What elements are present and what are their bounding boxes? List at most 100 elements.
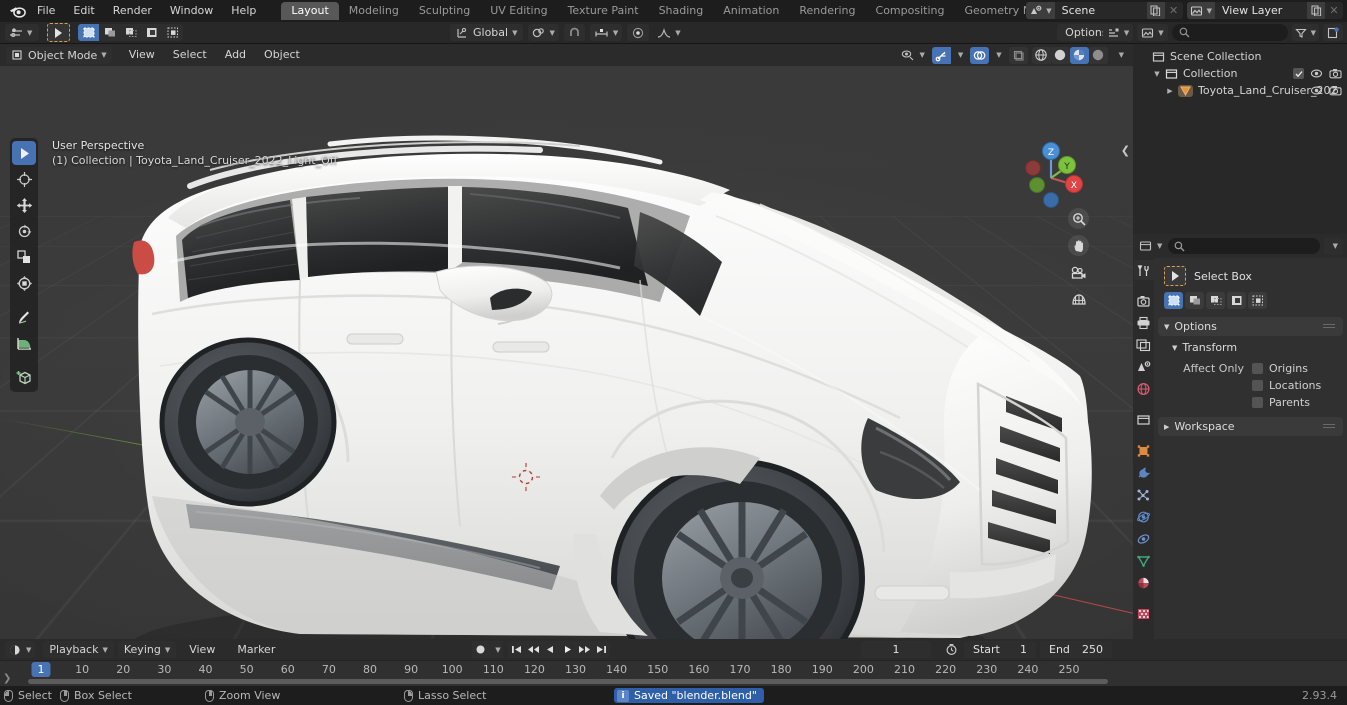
play-icon[interactable] xyxy=(559,641,576,658)
jump-to-end-icon[interactable] xyxy=(593,641,610,658)
workspace-panel-header[interactable]: ▶ Workspace xyxy=(1158,417,1343,436)
properties-search-input[interactable] xyxy=(1168,238,1320,254)
timeline-expand-icon[interactable]: ❯ xyxy=(3,673,11,684)
select-box-icon[interactable] xyxy=(1164,266,1186,286)
jump-to-next-keyframe-icon[interactable] xyxy=(576,641,593,658)
shading-dropdown[interactable]: ▼ xyxy=(1112,47,1127,64)
filter-icon[interactable]: ▼ xyxy=(1291,24,1319,41)
scene-selector[interactable]: ▼ Scene ✕ xyxy=(1026,2,1183,19)
material-tab[interactable] xyxy=(1134,573,1154,593)
locations-checkbox[interactable] xyxy=(1252,380,1263,391)
blender-logo-icon[interactable] xyxy=(6,2,28,20)
data-tab[interactable] xyxy=(1134,551,1154,571)
timeline-menu-view[interactable]: View xyxy=(180,641,224,659)
disclosure-triangle[interactable]: ▼ xyxy=(1152,70,1162,78)
properties-editor-type[interactable]: ▼ xyxy=(1137,238,1164,255)
texture-tab[interactable] xyxy=(1134,604,1154,624)
new-scene-button[interactable] xyxy=(1146,2,1165,19)
outliner-search-input[interactable] xyxy=(1171,24,1288,41)
disclosure-triangle[interactable]: ▶ xyxy=(1165,87,1175,95)
solid-shading-icon[interactable] xyxy=(1050,46,1070,64)
move-tool[interactable] xyxy=(12,193,36,217)
world-tab[interactable] xyxy=(1134,379,1154,399)
play-reverse-icon[interactable] xyxy=(542,641,559,658)
snap-to-selector[interactable]: ▼ xyxy=(589,24,623,41)
outliner-row-toyota-land-cruiser-202[interactable]: ▶ Toyota_Land_Cruiser_202 xyxy=(1133,82,1347,99)
timeline-scrollbar[interactable] xyxy=(28,679,1108,684)
outliner-filter-mode-icon[interactable]: ▼ xyxy=(1137,24,1168,41)
annotate-tool[interactable] xyxy=(12,305,36,329)
magnet-icon[interactable] xyxy=(563,24,585,41)
timeline-menu-marker[interactable]: Marker xyxy=(228,641,284,659)
extend-select-icon[interactable] xyxy=(99,24,120,41)
extend-select-icon[interactable] xyxy=(1185,292,1204,309)
particles-tab[interactable] xyxy=(1134,485,1154,505)
navigation-gizmo[interactable]: Z Y X xyxy=(1013,138,1085,210)
tool-tab[interactable] xyxy=(1133,260,1154,280)
modifiers-tab[interactable] xyxy=(1134,463,1154,483)
auto-keying-icon[interactable] xyxy=(943,641,960,658)
transform-tool[interactable] xyxy=(12,271,36,295)
parents-checkbox[interactable] xyxy=(1252,397,1263,408)
pan-hand-icon[interactable] xyxy=(1068,235,1089,256)
workspace-tab-texture-paint[interactable]: Texture Paint xyxy=(558,2,649,20)
collection-tab[interactable] xyxy=(1134,410,1154,430)
view-layer-tab[interactable] xyxy=(1134,335,1154,355)
end-frame-field[interactable]: End 250 xyxy=(1040,641,1112,658)
record-keyframes-icon[interactable] xyxy=(472,641,489,658)
workspace-tab-shading[interactable]: Shading xyxy=(649,2,714,20)
cursor-tool[interactable] xyxy=(12,167,36,191)
scale-tool[interactable] xyxy=(12,245,36,269)
timeline-menu-playback[interactable]: Playback ▼ xyxy=(43,641,114,658)
constraints-tab[interactable] xyxy=(1134,529,1154,549)
tweak-tool[interactable] xyxy=(12,141,36,165)
new-view-layer-button[interactable] xyxy=(1307,2,1325,19)
workspace-tab-animation[interactable]: Animation xyxy=(713,2,789,20)
render-tab[interactable] xyxy=(1134,291,1154,311)
set-select-icon[interactable] xyxy=(78,24,99,41)
material-preview-icon[interactable] xyxy=(1069,46,1089,64)
workspace-tab-compositing[interactable]: Compositing xyxy=(866,2,955,20)
camera-render-icon[interactable] xyxy=(1329,85,1342,96)
rotate-tool[interactable] xyxy=(12,219,36,243)
proportional-edit-icon[interactable] xyxy=(627,24,650,41)
pivot-point-selector[interactable]: ▼ xyxy=(528,24,559,41)
viewport-menu-view[interactable]: View xyxy=(120,46,164,64)
subtract-select-icon[interactable] xyxy=(120,24,141,41)
remove-view-layer-button[interactable]: ✕ xyxy=(1325,2,1343,19)
outliner-row-scene-collection[interactable]: Scene Collection xyxy=(1133,48,1347,65)
subtract-select-icon[interactable] xyxy=(1206,292,1225,309)
properties-options-dropdown[interactable]: ▼ xyxy=(1323,237,1343,255)
options-panel-header[interactable]: ▼ Options xyxy=(1158,317,1343,336)
visibility-icon[interactable]: ▼ xyxy=(898,47,927,64)
start-frame-field[interactable]: Start 1 xyxy=(964,641,1036,658)
object-mode-selector[interactable]: Object Mode ▼ xyxy=(6,46,112,64)
timeline-editor-icon[interactable]: ▼ xyxy=(5,641,36,658)
editor-type-selector[interactable]: ▼ xyxy=(5,24,39,41)
zoom-icon[interactable] xyxy=(1068,208,1089,229)
workspace-tab-rendering[interactable]: Rendering xyxy=(789,2,865,20)
view-layer-name[interactable]: View Layer xyxy=(1215,4,1307,17)
camera-icon[interactable] xyxy=(1068,262,1089,283)
outliner-exclude-checkbox[interactable] xyxy=(1293,68,1304,79)
workspace-tab-modeling[interactable]: Modeling xyxy=(339,2,409,20)
timeline-playhead[interactable]: 1 xyxy=(31,662,51,677)
workspace-tab-layout[interactable]: Layout xyxy=(281,2,339,20)
unlink-scene-button[interactable]: ✕ xyxy=(1165,2,1183,19)
jump-to-prev-keyframe-icon[interactable] xyxy=(525,641,542,658)
chevron-left-icon[interactable]: ❮ xyxy=(1121,144,1130,157)
xray-icon[interactable] xyxy=(1008,46,1028,64)
eye-icon[interactable] xyxy=(1310,85,1323,96)
intersect-select-icon[interactable] xyxy=(162,24,183,41)
timeline-ruler[interactable]: 10 20 30 40 50 60 70 80 90 100 110 120 130 140 150 160 1… xyxy=(0,660,1347,686)
active-tool-icon[interactable] xyxy=(47,23,70,42)
transform-orientation-selector[interactable]: Global ▼ xyxy=(450,24,524,41)
falloff-selector[interactable]: ▼ xyxy=(654,24,683,41)
overlays-icon[interactable] xyxy=(970,46,990,64)
record-dropdown[interactable]: ▼ xyxy=(489,641,503,658)
workspace-tab-uv-editing[interactable]: UV Editing xyxy=(480,2,557,20)
menu-edit[interactable]: Edit xyxy=(64,2,103,20)
menu-window[interactable]: Window xyxy=(161,2,222,20)
perspective-grid-icon[interactable] xyxy=(1068,289,1089,310)
jump-to-start-icon[interactable] xyxy=(508,641,525,658)
